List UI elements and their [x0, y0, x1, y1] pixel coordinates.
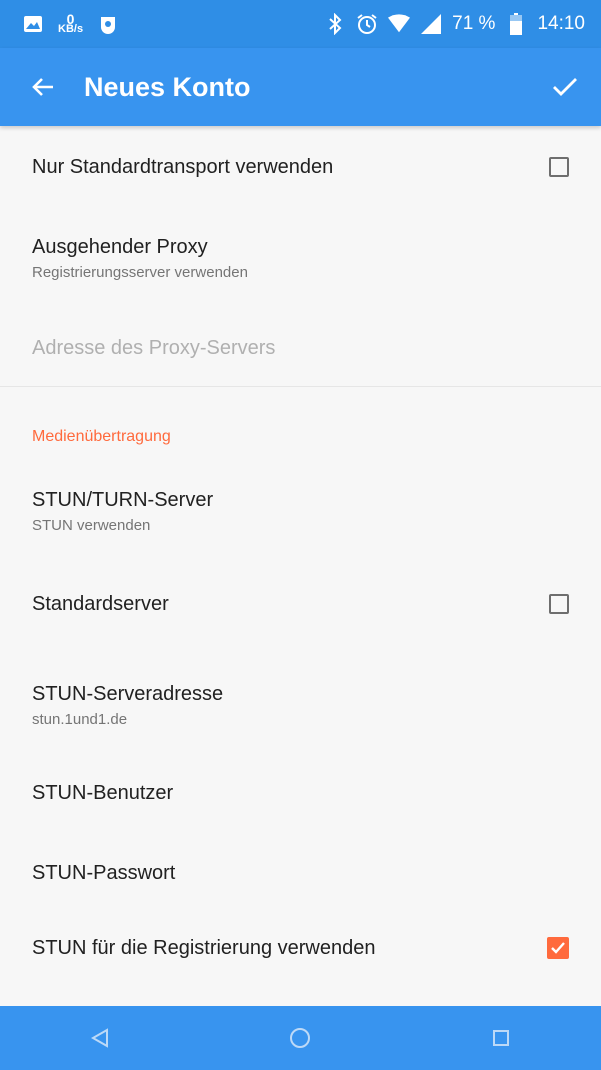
nav-back-button[interactable] [60, 1006, 140, 1070]
settings-list: Nur Standardtransport verwenden Ausgehen… [0, 126, 601, 1006]
confirm-button[interactable] [529, 48, 601, 126]
pref-stun-registration[interactable]: STUN für die Registrierung verwenden [0, 913, 601, 983]
pref-stun-address[interactable]: STUN-Serveradresse stun.1und1.de [0, 659, 601, 753]
image-icon [22, 13, 44, 35]
pref-text: STUN-Serveradresse stun.1und1.de [32, 681, 569, 731]
pref-title: STUN/TURN-Server [32, 489, 214, 511]
pref-summary: stun.1und1.de [32, 711, 128, 728]
pref-title: Standardserver [32, 593, 169, 615]
clock: 14:10 [537, 13, 585, 34]
pref-text: STUN-Passwort [32, 860, 569, 886]
page-title: Neues Konto [84, 71, 251, 102]
nav-back-icon [91, 1028, 109, 1048]
pref-stun-turn[interactable]: STUN/TURN-Server STUN verwenden [0, 487, 601, 549]
checkmark-icon [551, 942, 565, 954]
pref-text: STUN-Benutzer [32, 780, 569, 806]
pref-summary: Registrierungsserver verwenden [32, 264, 248, 281]
default-transport-checkbox[interactable] [549, 157, 569, 177]
alarm-icon [356, 13, 378, 35]
status-right: 71 % 14:10 [324, 13, 585, 35]
stun-registration-checkbox[interactable] [547, 937, 569, 959]
pref-title: Nur Standardtransport verwenden [32, 156, 334, 178]
nav-home-icon [290, 1028, 311, 1048]
pref-title: STUN für die Registrierung verwenden [32, 937, 376, 959]
default-server-checkbox[interactable] [549, 594, 569, 614]
status-left: 0 KB/s [22, 12, 119, 35]
pref-title: STUN-Serveradresse [32, 683, 224, 705]
pref-text: Ausgehender Proxy Registrierungsserver v… [32, 234, 569, 284]
pref-title: STUN-Passwort [32, 862, 176, 884]
wifi-icon [388, 13, 411, 35]
nav-recents-icon [492, 1030, 509, 1046]
pref-text: STUN/TURN-Server STUN verwenden [32, 487, 569, 537]
pref-summary: STUN verwenden [32, 517, 151, 534]
pref-default-transport[interactable]: Nur Standardtransport verwenden [0, 126, 601, 208]
pref-proxy-address: Adresse des Proxy-Servers [0, 310, 601, 386]
pref-stun-user[interactable]: STUN-Benutzer [0, 753, 601, 833]
pref-default-server[interactable]: Standardserver [0, 549, 601, 659]
pref-text: Standardserver [32, 591, 549, 617]
pref-text: Adresse des Proxy-Servers [32, 335, 569, 361]
kbs-indicator: 0 KB/s [58, 12, 84, 35]
kbs-unit: KB/s [58, 23, 84, 35]
pref-outbound-proxy[interactable]: Ausgehender Proxy Registrierungsserver v… [0, 208, 601, 310]
nav-home-button[interactable] [260, 1006, 340, 1070]
section-header-media: Medienübertragung [32, 428, 171, 445]
pref-title: Ausgehender Proxy [32, 236, 208, 258]
pref-title: Adresse des Proxy-Servers [32, 337, 276, 359]
check-icon [553, 78, 577, 96]
nav-recents-button[interactable] [461, 1006, 541, 1070]
pref-text: Nur Standardtransport verwenden [32, 154, 549, 180]
navigation-bar [0, 1006, 601, 1070]
bluetooth-icon [324, 13, 346, 35]
arrow-left-icon [32, 78, 53, 96]
app-notification-icon [97, 13, 119, 35]
pref-text: STUN für die Registrierung verwenden [32, 935, 547, 961]
signal-icon [420, 13, 442, 35]
status-bar: 0 KB/s 71 % 14:10 [0, 0, 601, 48]
back-button[interactable] [0, 48, 78, 126]
battery-percent: 71 % [452, 13, 496, 34]
pref-title: STUN-Benutzer [32, 782, 174, 804]
battery-icon [505, 13, 527, 35]
toolbar: Neues Konto [0, 48, 601, 126]
pref-stun-password[interactable]: STUN-Passwort [0, 833, 601, 913]
